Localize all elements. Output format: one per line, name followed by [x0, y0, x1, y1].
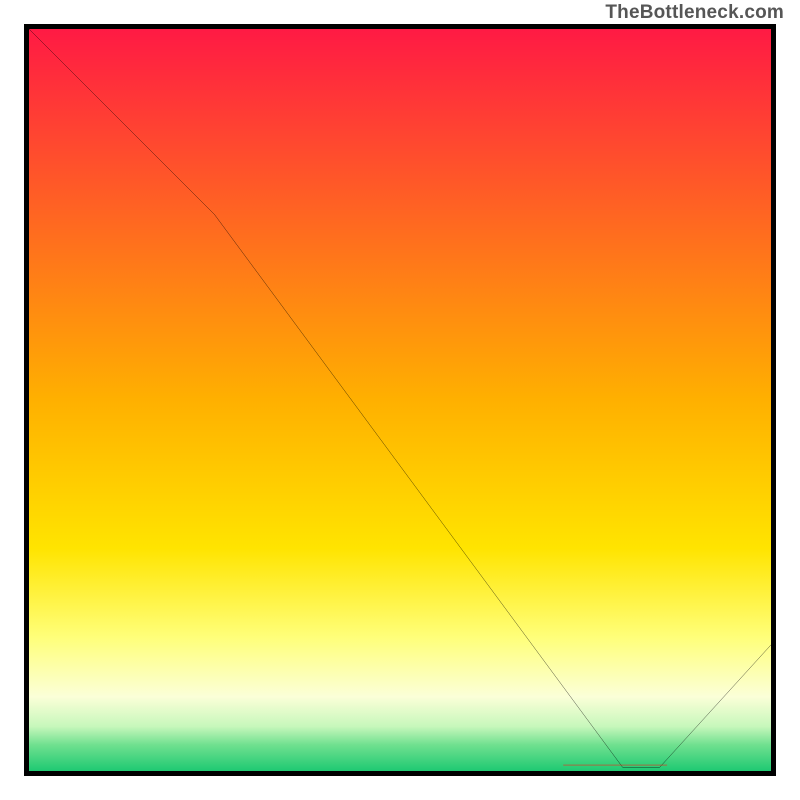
series-line: [29, 29, 771, 771]
chart-root: TheBottleneck.com: [0, 0, 800, 800]
attribution-label: TheBottleneck.com: [605, 2, 784, 24]
plot-area: [24, 24, 776, 776]
